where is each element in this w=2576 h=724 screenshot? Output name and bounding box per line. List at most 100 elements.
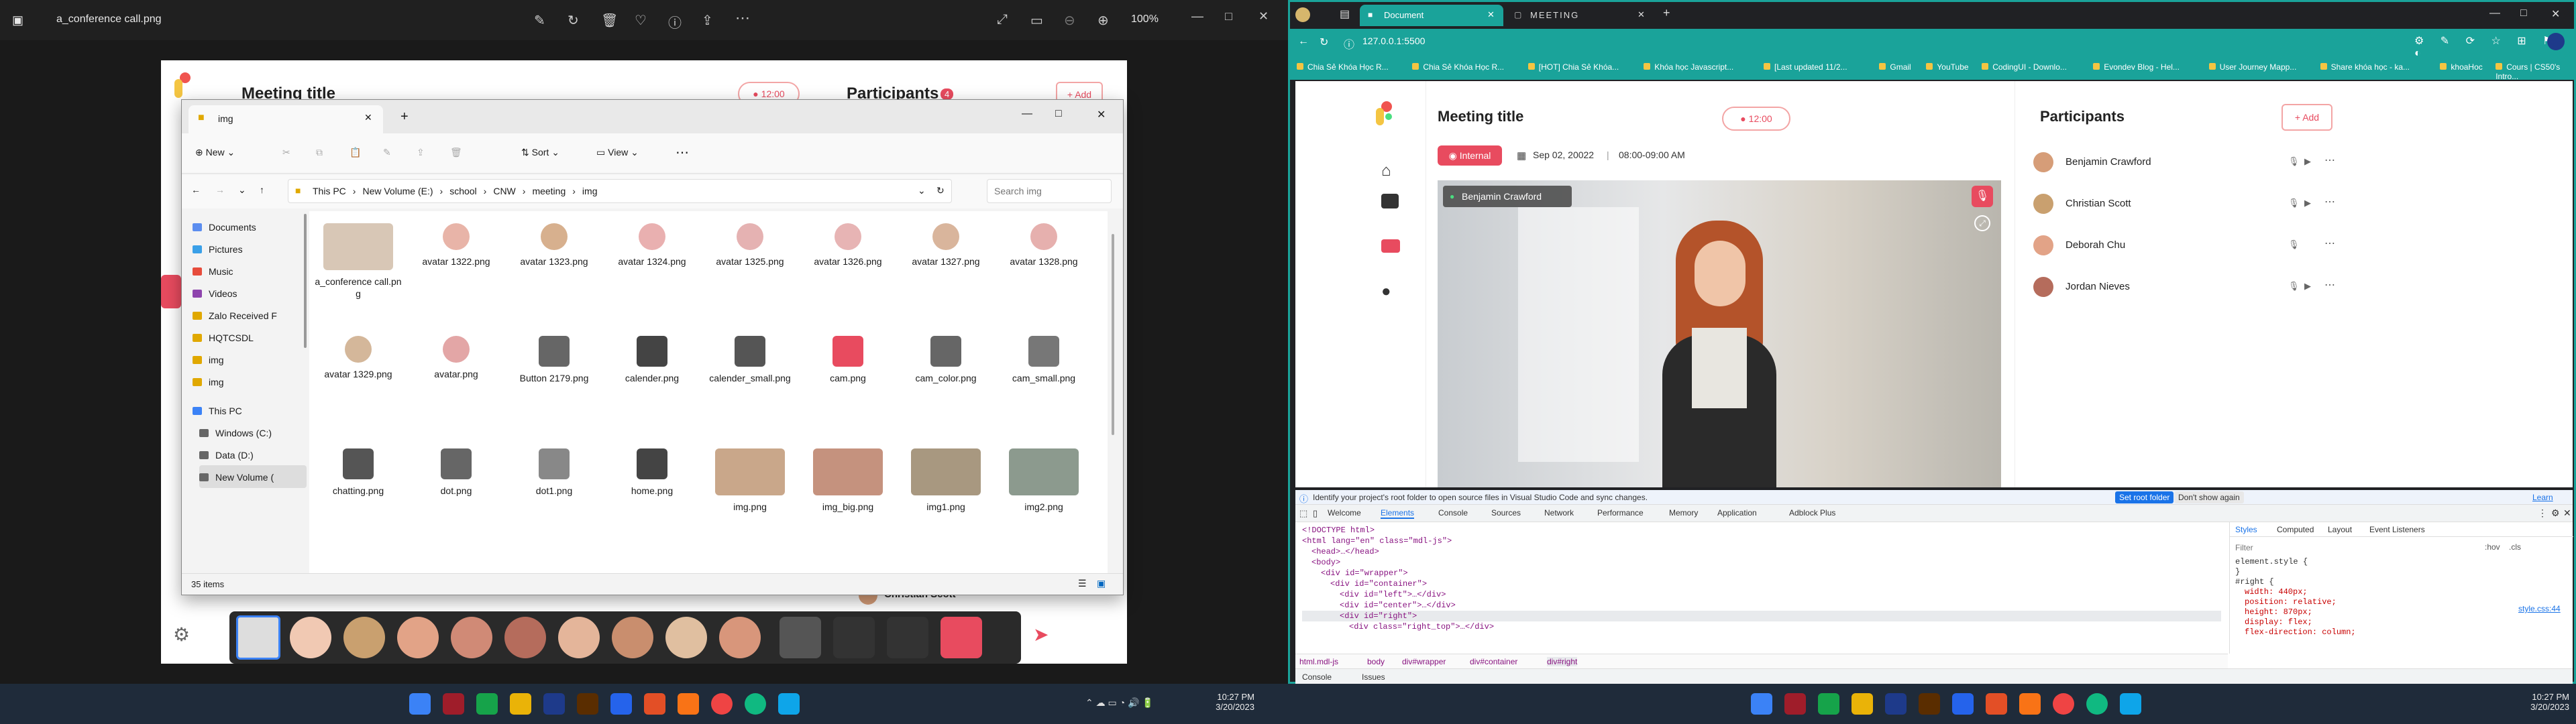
forward-icon[interactable]: → (215, 184, 225, 195)
devtools-settings-icon[interactable]: ⚙ (2551, 507, 2560, 519)
devtools-more-icon[interactable]: ⋮ (2538, 507, 2547, 519)
nav-item[interactable]: Videos (193, 282, 300, 304)
dom-crumb[interactable]: html.mdl-js (1299, 657, 1338, 666)
file-item[interactable]: avatar.png (413, 336, 500, 380)
nav-item[interactable]: Zalo Received F (193, 304, 300, 326)
git-icon[interactable] (644, 693, 665, 715)
crumb-3[interactable]: CNW (493, 186, 515, 196)
dom-node[interactable]: <div id="center">…</div> (1302, 600, 2221, 611)
taskbar-app-icon[interactable] (2019, 693, 2041, 715)
file-explorer-icon[interactable] (1851, 693, 1873, 715)
tiles-view-icon[interactable]: ▣ (1097, 578, 1106, 589)
cls-toggle[interactable]: .cls (2509, 542, 2521, 552)
chrome-icon[interactable] (2053, 693, 2074, 715)
bookmark-item[interactable]: Chia Sẻ Khóa Học R... (1297, 62, 1389, 72)
bookmark-item[interactable]: khoaHoc (2440, 62, 2483, 72)
explorer-more-icon[interactable]: ⋯ (676, 144, 689, 161)
maximize-icon[interactable]: □ (1225, 9, 1232, 23)
account-avatar[interactable] (2547, 33, 2565, 50)
dom-node[interactable]: <body> (1302, 557, 2221, 568)
user-icon[interactable]: ● (1381, 282, 1391, 301)
file-item[interactable]: img1.png (902, 448, 989, 513)
info-icon[interactable]: ⓘ (668, 12, 682, 32)
dom-node[interactable]: <head>…</head> (1302, 546, 2221, 557)
url-bar[interactable]: 127.0.0.1:5500 (1362, 36, 1425, 46)
participant-more-icon[interactable]: ⋯ (2324, 154, 2335, 167)
devtools-tab[interactable]: Network (1544, 508, 1574, 518)
styles-pane-tab[interactable]: Event Listeners (2369, 525, 2425, 534)
zoom-in-icon[interactable]: ⊕ (1097, 12, 1109, 29)
taskbar-app-icon[interactable] (1784, 693, 1806, 715)
taskbar-app-icon[interactable] (443, 693, 464, 715)
styles-pane-tab[interactable]: Computed (2277, 525, 2314, 534)
file-item[interactable]: dot1.png (511, 448, 598, 497)
file-item[interactable]: Button 2179.png (511, 336, 598, 384)
photoshop-icon[interactable] (1885, 693, 1907, 715)
explorer-maximize-icon[interactable]: □ (1055, 108, 1062, 120)
devtools-tab[interactable]: Application (1717, 508, 1757, 518)
participant-mic-icon[interactable]: 🎙 (2288, 239, 2300, 250)
crumb-1[interactable]: New Volume (E:) (362, 186, 433, 196)
cam-icon[interactable] (1381, 239, 1400, 253)
browser-maximize-icon[interactable]: □ (2520, 7, 2527, 19)
clock-right[interactable]: 10:27 PM 3/20/2023 (2522, 692, 2569, 712)
git-icon[interactable] (1986, 693, 2007, 715)
participant-more-icon[interactable]: ⋯ (2324, 195, 2335, 208)
file-item[interactable]: img.png (706, 448, 794, 513)
file-item[interactable]: img2.png (1000, 448, 1087, 513)
devtools-tab[interactable]: Adblock Plus (1789, 508, 1835, 518)
participant-more-icon[interactable]: ⋯ (2324, 237, 2335, 250)
dom-node[interactable]: <div class="right_top">…</div> (1302, 621, 2221, 632)
dom-crumb[interactable]: div#container (1470, 657, 1517, 666)
zoom-out-icon[interactable]: ⊖ (1064, 12, 1075, 29)
styles-pane-tab[interactable]: Layout (2328, 525, 2352, 534)
illustrator-icon[interactable] (577, 693, 598, 715)
file-item[interactable]: avatar 1322.png (413, 223, 500, 267)
file-item[interactable]: cam_color.png (902, 336, 989, 384)
refresh-icon[interactable]: ↻ (936, 185, 945, 196)
tray-icons[interactable]: ⌃ ☁ ▭ ◔ 🔊 🔋 (1085, 697, 1154, 709)
dom-node[interactable]: <div id="wrapper"> (1302, 568, 2221, 579)
delete-explorer-icon[interactable]: 🗑 (450, 147, 462, 158)
participant-mic-icon[interactable]: 🎙 (2288, 198, 2300, 208)
participant-cam-icon[interactable]: ▶ (2304, 156, 2311, 167)
file-item[interactable]: avatar 1324.png (608, 223, 696, 267)
dom-node[interactable]: <div id="left">…</div> (1302, 589, 2221, 600)
address-dropdown-icon[interactable]: ⌄ (918, 185, 926, 196)
vscode-icon[interactable] (1952, 693, 1974, 715)
styles-filter-input[interactable] (2235, 541, 2436, 554)
file-item[interactable]: avatar 1326.png (804, 223, 892, 267)
bookmark-item[interactable]: Khóa học Javascript... (1644, 62, 1733, 72)
tab-meeting[interactable]: ▢ MEETING ✕ (1506, 5, 1654, 26)
bookmark-item[interactable]: [HOT] Chia Sẻ Khóa... (1527, 62, 1619, 72)
dont-show-button[interactable]: Don't show again (2174, 491, 2244, 503)
back-icon[interactable]: ← (191, 184, 201, 195)
rename-icon[interactable]: ✎ (383, 147, 391, 158)
sort-button[interactable]: ⇅ Sort ⌄ (521, 147, 559, 158)
file-item[interactable]: avatar 1329.png (315, 336, 402, 380)
main-video[interactable]: ● Benjamin Crawford 🎙 ⤢ (1438, 180, 2001, 487)
file-item[interactable]: avatar 1328.png (1000, 223, 1087, 267)
new-button[interactable]: ⊕ New ⌄ (195, 147, 235, 158)
bookmark-item[interactable]: Share khóa học - ka... (2320, 62, 2410, 72)
close-icon[interactable]: ✕ (1258, 9, 1269, 23)
drawer-tab[interactable]: Console (1302, 672, 1332, 682)
style-source-link[interactable]: style.css:44 (2518, 604, 2561, 613)
file-item[interactable]: avatar 1327.png (902, 223, 989, 267)
file-item[interactable]: calender.png (608, 336, 696, 384)
bookmark-item[interactable]: Chia Sẻ Khóa Học R... (1412, 62, 1504, 72)
nav-scrollbar[interactable] (304, 214, 307, 348)
devtools-close-icon[interactable]: ✕ (2563, 507, 2571, 519)
nav-item[interactable]: Windows (C:) (199, 421, 307, 444)
start-icon[interactable] (409, 693, 431, 715)
nav-item[interactable]: img (193, 348, 300, 371)
tab-actions-icon[interactable]: ▤ (1340, 7, 1350, 21)
share-icon[interactable]: ⇪ (702, 12, 713, 29)
reload-icon[interactable]: ↻ (1320, 36, 1328, 49)
paste-icon[interactable]: 📋 (350, 147, 361, 158)
nav-item[interactable]: This PC (193, 399, 300, 422)
cut-icon[interactable]: ✂ (282, 147, 290, 158)
device-toggle-icon[interactable]: ▯ (1313, 508, 1318, 519)
clock-left[interactable]: 10:27 PM 3/20/2023 (1208, 692, 1254, 712)
tab-close-icon[interactable]: ✕ (364, 112, 372, 123)
